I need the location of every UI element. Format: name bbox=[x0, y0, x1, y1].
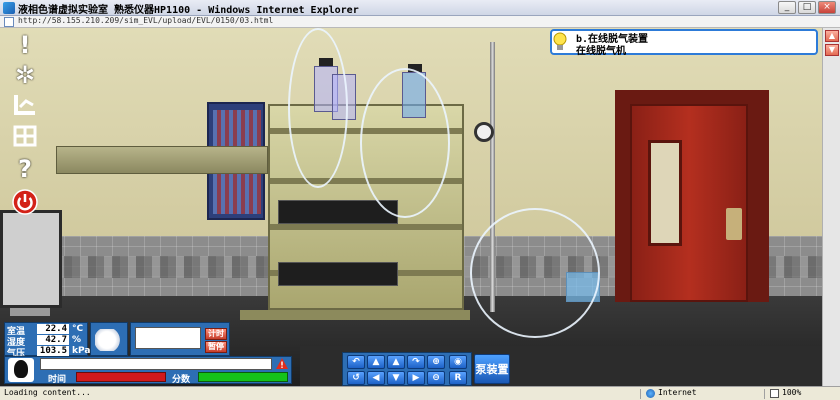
arrow-up-icon[interactable]: ▲ bbox=[387, 355, 405, 369]
left-toolbar: ! ✲ ? bbox=[8, 30, 42, 216]
timer-start-button[interactable]: 计时 bbox=[205, 328, 227, 340]
humidity-unit: % bbox=[72, 335, 82, 345]
reset-view-button[interactable]: R bbox=[449, 371, 467, 385]
tubing bbox=[470, 208, 600, 338]
lightbulb-icon bbox=[553, 32, 567, 50]
power-icon[interactable] bbox=[8, 186, 42, 216]
temperature-value: 22.4 bbox=[37, 324, 69, 334]
ie-icon bbox=[3, 2, 15, 14]
temperature-unit: °C bbox=[72, 324, 84, 334]
timer-display bbox=[135, 327, 201, 349]
message-field[interactable] bbox=[40, 358, 272, 370]
zoom-out-icon[interactable]: ⊖ bbox=[427, 371, 445, 385]
info-subtitle: 在线脱气机 bbox=[576, 46, 626, 57]
address-bar[interactable]: http://58.155.210.209/sim_EVL/upload/EVL… bbox=[0, 16, 840, 28]
door-window bbox=[648, 140, 682, 246]
time-bar bbox=[76, 372, 166, 382]
zoom-in-icon[interactable]: ⊕ bbox=[427, 355, 445, 369]
grid-icon[interactable] bbox=[8, 122, 42, 152]
pressure-gauge[interactable] bbox=[474, 122, 494, 142]
status-text: Loading content... bbox=[4, 388, 91, 397]
instrument-shelf bbox=[270, 224, 462, 230]
question-icon[interactable]: ? bbox=[8, 154, 42, 184]
module-window bbox=[278, 262, 398, 286]
title-bar: 液相色谱虚拟实验室 熟悉仪器HP1100 - Windows Internet … bbox=[0, 0, 840, 16]
arrow-down-icon[interactable]: ▼ bbox=[387, 371, 405, 385]
score-bar bbox=[198, 372, 288, 382]
exclamation-icon[interactable]: ! bbox=[8, 30, 42, 60]
pressure-unit: kPa bbox=[72, 346, 91, 356]
status-divider bbox=[764, 389, 765, 399]
door-handle bbox=[726, 208, 742, 240]
camera-nav-panel: ↶ ▲ ▲ ↷ ⊕ ◉ ↺ ◀ ▼ ▶ ⊖ R bbox=[342, 352, 472, 386]
weather-panel bbox=[90, 322, 128, 356]
score-label: 分数 bbox=[172, 375, 191, 385]
rotate-back-icon[interactable]: ↺ bbox=[347, 371, 365, 385]
instrument-base bbox=[240, 310, 470, 320]
warning-icon bbox=[276, 358, 288, 369]
status-bar: Loading content... Internet 100% bbox=[0, 386, 840, 400]
address-url[interactable]: http://58.155.210.209/sim_EVL/upload/EVL… bbox=[18, 16, 273, 25]
minimize-button[interactable]: _ bbox=[778, 1, 796, 14]
penguin-icon[interactable] bbox=[8, 358, 34, 382]
arrow-right-icon[interactable]: ▶ bbox=[407, 371, 425, 385]
humidity-row: 湿度 42.7 % bbox=[7, 335, 87, 348]
monitor-stand bbox=[10, 308, 50, 316]
browser-window: 液相色谱虚拟实验室 熟悉仪器HP1100 - Windows Internet … bbox=[0, 0, 840, 400]
chart-icon[interactable] bbox=[8, 90, 42, 120]
zoom-level[interactable]: 100% bbox=[782, 388, 801, 397]
zoom-icon[interactable] bbox=[770, 389, 779, 398]
humidity-value: 42.7 bbox=[37, 335, 69, 345]
rotate-up-icon[interactable]: ▲ bbox=[367, 355, 385, 369]
arrow-left-icon[interactable]: ◀ bbox=[367, 371, 385, 385]
gear-icon[interactable]: ✲ bbox=[8, 60, 42, 90]
security-zone: Internet bbox=[658, 388, 697, 397]
pump-device-button[interactable]: 泵装置 bbox=[474, 354, 510, 384]
tubing bbox=[360, 68, 450, 218]
instrument-arm bbox=[56, 146, 268, 174]
temperature-row: 室温 22.4 °C bbox=[7, 324, 87, 337]
close-button[interactable]: × bbox=[818, 1, 836, 14]
window-controls: _ □ × bbox=[778, 1, 836, 14]
scroll-down-icon[interactable]: ▼ bbox=[825, 44, 839, 56]
pressure-value: 103.5 bbox=[37, 346, 69, 356]
environment-panel: 室温 22.4 °C 湿度 42.7 % 气压 103.5 kPa bbox=[4, 322, 91, 359]
globe-icon bbox=[646, 389, 655, 398]
rotate-left-icon[interactable]: ↶ bbox=[347, 355, 365, 369]
maximize-button[interactable]: □ bbox=[798, 1, 816, 14]
scrollbar[interactable]: ▲ ▼ bbox=[822, 28, 840, 386]
window-title: 液相色谱虚拟实验室 熟悉仪器HP1100 - Windows Internet … bbox=[18, 5, 359, 16]
cloud-icon bbox=[95, 329, 125, 351]
timer-pause-button[interactable]: 暂停 bbox=[205, 341, 227, 353]
tubing bbox=[288, 28, 348, 188]
computer-monitor bbox=[0, 210, 62, 308]
scroll-up-icon[interactable]: ▲ bbox=[825, 30, 839, 42]
eye-icon[interactable]: ◉ bbox=[449, 355, 467, 369]
rotate-right-icon[interactable]: ↷ bbox=[407, 355, 425, 369]
page-icon bbox=[4, 17, 14, 27]
status-divider bbox=[640, 389, 641, 399]
time-label: 时间 bbox=[48, 375, 67, 385]
